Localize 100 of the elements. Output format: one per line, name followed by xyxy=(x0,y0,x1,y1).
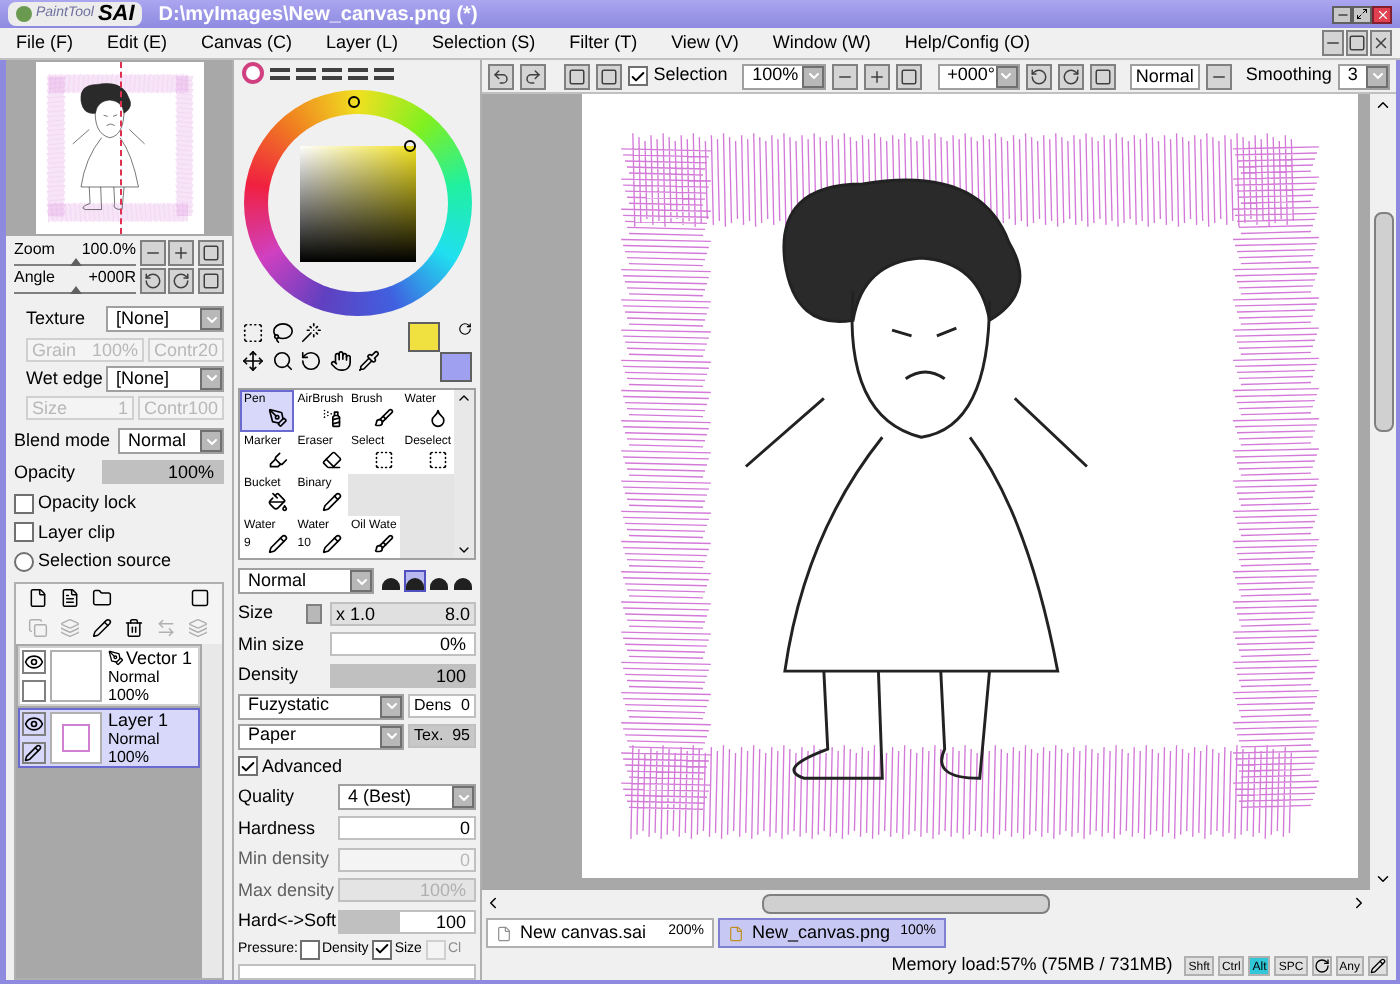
trash-icon[interactable] xyxy=(124,618,144,638)
menu-item[interactable]: Canvas (C) xyxy=(201,29,293,57)
zoom-dropdown[interactable]: 100% xyxy=(742,63,827,89)
arrow-up-icon[interactable] xyxy=(456,390,472,406)
checkbox[interactable] xyxy=(627,66,648,86)
dropdown-arrow-button[interactable] xyxy=(802,65,825,87)
dropdown[interactable]: [None] xyxy=(106,306,224,333)
rotate-right-button[interactable] xyxy=(1057,63,1083,89)
folder-icon[interactable] xyxy=(92,588,112,608)
slider-thumb[interactable] xyxy=(69,258,81,266)
slider[interactable]: 100% xyxy=(102,460,224,485)
menu-item[interactable]: Edit (E) xyxy=(107,29,168,57)
magic-wand-icon[interactable] xyxy=(300,322,323,344)
smoothing-dropdown[interactable]: 3 xyxy=(1337,63,1391,89)
reset-rotation-button[interactable] xyxy=(1089,63,1115,89)
scrollbar[interactable] xyxy=(202,643,222,978)
rotate-left-button[interactable] xyxy=(1025,63,1051,89)
dropdown-arrow-button[interactable] xyxy=(380,695,402,717)
reset-zoom-button[interactable] xyxy=(197,240,224,266)
dropdown-arrow-button[interactable] xyxy=(200,367,222,390)
flip-button[interactable] xyxy=(1205,63,1232,89)
dropdown-arrow-button[interactable] xyxy=(1366,65,1389,87)
clear-icon[interactable] xyxy=(92,618,112,638)
reset-zoom-button[interactable] xyxy=(896,63,923,89)
layer-edit-toggle[interactable] xyxy=(22,679,46,701)
invert-selection-button[interactable] xyxy=(595,63,622,89)
scrollbar[interactable] xyxy=(454,390,474,558)
redo-button[interactable] xyxy=(520,63,546,89)
visibility-toggle[interactable] xyxy=(22,711,46,735)
arrow-up-icon[interactable] xyxy=(1374,96,1392,114)
undo-button[interactable] xyxy=(488,63,514,89)
zoom-in-button[interactable] xyxy=(864,63,891,89)
secondary-color-swatch[interactable] xyxy=(440,352,472,382)
color-wheel-tab[interactable] xyxy=(242,62,264,85)
slider-track[interactable] xyxy=(14,286,136,294)
input-field[interactable]: Tex. 95 xyxy=(408,724,476,748)
size-toggle[interactable] xyxy=(306,603,322,624)
scrollbar-thumb[interactable] xyxy=(1373,212,1393,433)
menu-item[interactable]: Layer (L) xyxy=(326,29,399,57)
dropdown[interactable]: [None] xyxy=(106,365,224,392)
dropdown-arrow-button[interactable] xyxy=(200,430,222,453)
rotate-right-button[interactable] xyxy=(168,268,195,294)
checkbox[interactable] xyxy=(238,756,258,777)
move-icon[interactable] xyxy=(242,350,264,372)
dropdown[interactable]: Fuzystatic xyxy=(238,693,404,719)
restore-button[interactable] xyxy=(1346,30,1368,56)
dropdown-arrow-button[interactable] xyxy=(995,65,1017,87)
slider[interactable]: 100 xyxy=(338,909,476,934)
arrow-down-icon[interactable] xyxy=(456,542,472,558)
eyedropper-icon[interactable] xyxy=(358,350,381,372)
menu-item[interactable]: Filter (T) xyxy=(569,29,638,57)
layer-item[interactable]: Vector 1 Normal 100% xyxy=(18,645,200,705)
checkbox[interactable] xyxy=(372,939,393,960)
layer-edit-toggle[interactable] xyxy=(22,741,46,763)
size-field[interactable]: x 1.0 8.0 xyxy=(330,601,476,626)
dropdown[interactable]: Normal xyxy=(118,428,224,455)
slider-thumb[interactable] xyxy=(69,286,81,294)
rectangle-select-icon[interactable] xyxy=(242,322,264,344)
input-field[interactable]: Dens 0 xyxy=(408,694,476,718)
search-icon[interactable] xyxy=(271,350,294,372)
new-vector-layer-icon[interactable] xyxy=(60,588,80,608)
checkbox[interactable] xyxy=(299,939,320,960)
minimize-button[interactable] xyxy=(1332,5,1352,23)
zoom-in-button[interactable] xyxy=(168,240,195,266)
menu-item[interactable]: Window (W) xyxy=(772,29,871,57)
dropdown[interactable]: Paper xyxy=(238,723,404,749)
arrow-right-icon[interactable] xyxy=(1350,894,1368,912)
checkbox[interactable] xyxy=(14,493,34,514)
angle-dropdown[interactable]: +000° xyxy=(937,63,1019,89)
dropdown[interactable]: 4 (Best) xyxy=(338,784,476,811)
layer-item[interactable]: Layer 1 Normal 100% xyxy=(18,707,200,767)
zoom-out-button[interactable] xyxy=(832,63,859,89)
arrow-left-icon[interactable] xyxy=(484,894,502,912)
deselect-button[interactable] xyxy=(563,63,590,89)
dropdown-arrow-button[interactable] xyxy=(380,725,402,747)
zoom-out-button[interactable] xyxy=(140,240,166,266)
menu-item[interactable]: Selection (S) xyxy=(432,29,536,57)
hand-icon[interactable] xyxy=(329,350,352,372)
menu-item[interactable]: View (V) xyxy=(671,29,739,57)
rotate-icon[interactable] xyxy=(300,350,323,372)
slider[interactable]: 0% xyxy=(330,632,476,657)
radio-button[interactable] xyxy=(14,551,34,572)
brush-tip-button[interactable] xyxy=(404,570,426,592)
dropdown-arrow-button[interactable] xyxy=(350,570,372,592)
primary-color-swatch[interactable] xyxy=(408,322,440,352)
blend-field[interactable]: Normal xyxy=(1129,63,1200,89)
reset-rotation-button[interactable] xyxy=(197,268,224,294)
close-button[interactable] xyxy=(1370,30,1392,56)
input-field[interactable]: 0 xyxy=(338,816,476,841)
scrollbar-thumb[interactable] xyxy=(762,893,1050,913)
rotate-left-button[interactable] xyxy=(140,268,166,294)
dropdown[interactable]: Normal xyxy=(238,568,374,594)
slider[interactable]: 100 xyxy=(330,663,476,688)
slider-track[interactable] xyxy=(14,258,136,266)
swap-icon[interactable] xyxy=(458,322,472,336)
new-layer-icon[interactable] xyxy=(28,588,48,608)
maximize-button[interactable] xyxy=(1352,5,1372,23)
mask-icon[interactable] xyxy=(190,588,210,608)
dropdown-arrow-button[interactable] xyxy=(452,786,474,809)
close-button[interactable] xyxy=(1372,5,1392,23)
